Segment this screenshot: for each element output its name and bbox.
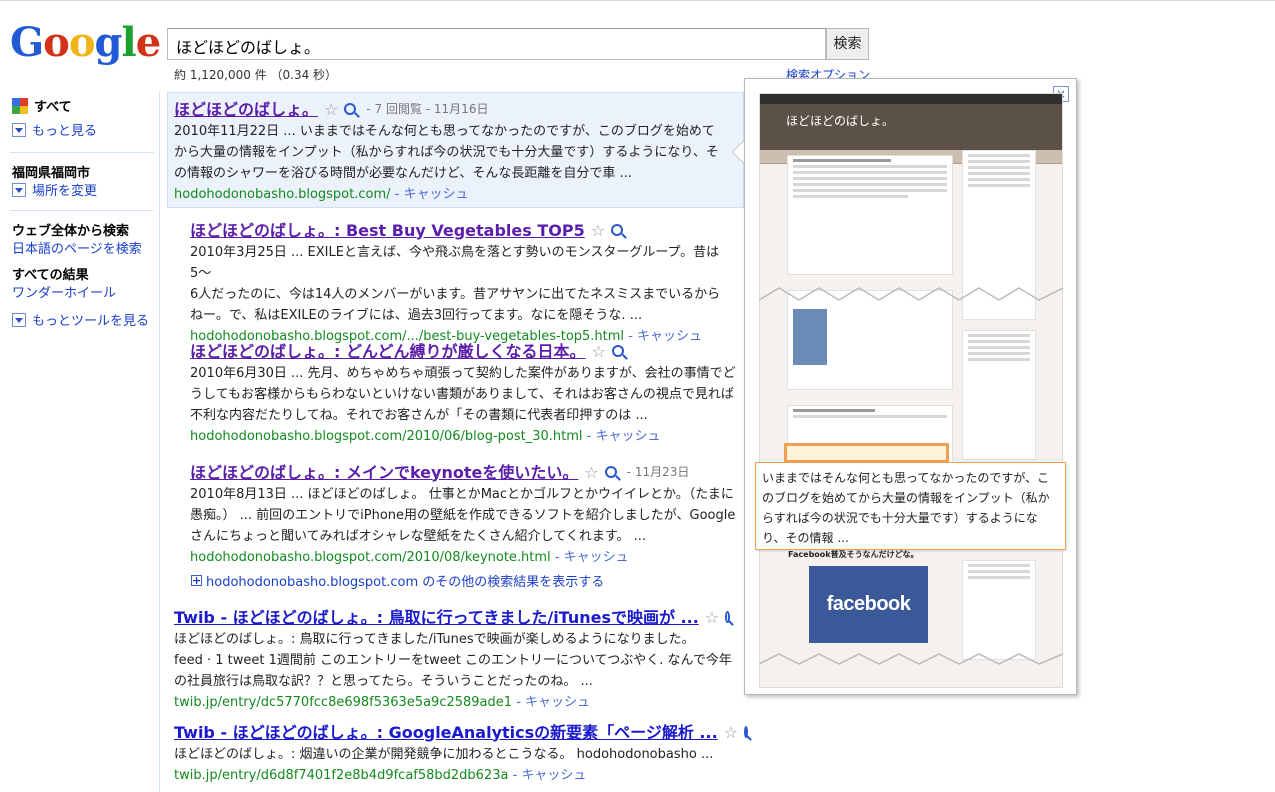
thumb-post bbox=[787, 155, 953, 275]
nav-more-label: もっと見る bbox=[32, 124, 98, 139]
cache-link[interactable]: - キャッシュ bbox=[395, 187, 469, 202]
magnifier-icon[interactable] bbox=[344, 103, 357, 115]
thumb-blog-title: ほどほどのばしょ。 bbox=[760, 104, 1062, 150]
result-title-link[interactable]: ほどほどのばしょ。 bbox=[174, 99, 318, 120]
result-snippet-line: 不利な内容だたりしてね。それでお客さんが「その書類に代表者印押すのは ... bbox=[190, 408, 648, 423]
cache-link[interactable]: - キャッシュ bbox=[555, 550, 629, 565]
magnifier-icon[interactable] bbox=[611, 345, 624, 357]
result-url: hodohodonobasho.blogspot.com/2010/06/blo… bbox=[190, 429, 583, 444]
preview-pointer bbox=[732, 140, 744, 164]
result-snippet-line: feed · 1 tweet 1週間前 このエントリーをtweet このエントリ… bbox=[174, 653, 732, 668]
search-result: Twib - ほどほどのばしょ。: GoogleAnalyticsの新要素「ペー… bbox=[174, 720, 748, 786]
divider bbox=[10, 210, 154, 211]
magnifier-icon[interactable] bbox=[725, 611, 730, 623]
result-title-link[interactable]: ほどほどのばしょ。: どんどん縛りが厳しくなる日本。 bbox=[190, 341, 586, 362]
thumb-facebook-heading: Facebook普及そうなんだけどな。 bbox=[788, 550, 919, 559]
star-icon[interactable]: ☆ bbox=[705, 607, 719, 628]
thumb-highlight bbox=[784, 443, 949, 463]
magnifier-icon[interactable] bbox=[611, 224, 624, 236]
nav-all-results[interactable]: すべての結果 bbox=[12, 264, 89, 283]
result-url: twib.jp/entry/d6d8f7401f2e8b4d9fcaf58bd2… bbox=[174, 768, 509, 783]
thumb-sidebar bbox=[962, 330, 1036, 460]
facebook-logo: facebook bbox=[809, 566, 928, 643]
search-result: Twib - ほどほどのばしょ。: 鳥取に行ってきました/iTunesで映画が … bbox=[174, 605, 734, 713]
nav-location: 福岡県福岡市 bbox=[12, 166, 91, 181]
magnifier-icon[interactable] bbox=[604, 466, 617, 478]
nav-all-label: すべて bbox=[34, 100, 72, 115]
nav-web-heading[interactable]: ウェブ全体から検索 bbox=[12, 220, 129, 239]
result-snippet-line: の社員旅行は鳥取な訳？？と思ってたら。そういうことだったのね。 ... bbox=[174, 674, 593, 689]
magnifier-icon[interactable] bbox=[744, 726, 748, 738]
more-results-link[interactable]: + hodohodonobasho.blogspot.com のその他の検索結果… bbox=[191, 571, 604, 590]
result-snippet-line: 2010年11月22日 ... いままではそんな何とも思ってなかったのですが、こ… bbox=[174, 124, 715, 139]
result-title-link[interactable]: Twib - ほどほどのばしょ。: GoogleAnalyticsの新要素「ペー… bbox=[174, 722, 718, 743]
nav-all[interactable]: すべて bbox=[12, 96, 72, 115]
result-snippet-line: 2010年8月13日 ... ほどほどのばしょ。 仕事とかMacとかゴルフとかウ… bbox=[190, 487, 734, 502]
result-snippet-line: 2010年6月30日 ... 先月、めちゃめちゃ頑張って契約した案件がありますが… bbox=[190, 366, 736, 381]
page-break-zigzag bbox=[759, 287, 1063, 301]
google-logo[interactable]: Google bbox=[10, 20, 161, 66]
cache-link[interactable]: - キャッシュ bbox=[513, 768, 587, 783]
cache-link[interactable]: - キャッシュ bbox=[587, 429, 661, 444]
result-url: hodohodonobasho.blogspot.com/2010/08/key… bbox=[190, 550, 551, 565]
thumb-sidebar bbox=[962, 560, 1036, 660]
top-border bbox=[0, 0, 1275, 1]
plus-icon: + bbox=[191, 574, 202, 587]
search-result: ほどほどのばしょ。 ☆ - 7 回閲覧 - 11月16日 2010年11月22日… bbox=[174, 97, 744, 205]
search-input[interactable]: ほどほどのばしょ。 bbox=[167, 28, 826, 60]
nav-japanese-pages[interactable]: 日本語のページを検索 bbox=[12, 238, 142, 257]
result-title-link[interactable]: Twib - ほどほどのばしょ。: 鳥取に行ってきました/iTunesで映画が … bbox=[174, 607, 699, 628]
divider bbox=[10, 152, 154, 153]
result-snippet-line: ほどほどのばしょ。: 烟違いの企業が開発競争に加わるとこうなる。 hodohod… bbox=[174, 747, 714, 762]
page-break-zigzag bbox=[759, 653, 1063, 665]
result-snippet-line: 愚痴。） ... 前回のエントリでiPhone用の壁紙を作成できるソフトを紹介し… bbox=[190, 508, 736, 523]
star-icon[interactable]: ☆ bbox=[592, 341, 606, 362]
thumb-topbar bbox=[760, 94, 1062, 104]
result-url: twib.jp/entry/dc5770fcc8e698f5363e5a9c25… bbox=[174, 695, 513, 710]
result-snippet-line: さんにちょっと聞いてみればオシャレな壁紙をたくさん紹介してくれます。 ... bbox=[190, 529, 647, 544]
result-meta: - 11月23日 bbox=[626, 464, 690, 479]
more-tools-link[interactable]: もっとツールを見る bbox=[12, 310, 149, 329]
result-stats: 約 1,120,000 件 （0.34 秒） bbox=[174, 68, 338, 82]
star-icon[interactable]: ☆ bbox=[724, 722, 738, 743]
google-grid-icon bbox=[12, 97, 28, 114]
nav-wonder-wheel[interactable]: ワンダーホイール bbox=[12, 282, 116, 301]
change-location-label: 場所を変更 bbox=[32, 184, 98, 199]
result-title-link[interactable]: ほどほどのばしょ。: Best Buy Vegetables TOP5 bbox=[190, 220, 585, 241]
result-snippet-line: 6人だったのに、今は14人のメンバーがいます。昔アサヤンに出てたネスミスまでいる… bbox=[190, 287, 721, 302]
result-snippet-line: うしてもお客様からもらわないといけない書類がありまして、それはお客さんの視点で見… bbox=[190, 387, 734, 402]
search-result: ほどほどのばしょ。: メインでkeynoteを使いたい。 ☆ - 11月23日 … bbox=[190, 460, 740, 568]
dropdown-icon bbox=[12, 182, 26, 197]
star-icon[interactable]: ☆ bbox=[591, 220, 605, 241]
star-icon[interactable]: ☆ bbox=[584, 462, 598, 483]
result-url: hodohodonobasho.blogspot.com/ bbox=[174, 187, 391, 202]
result-snippet-line: ほどほどのばしょ。: 鳥取に行ってきました/iTunesで映画が楽しめるようにな… bbox=[174, 632, 695, 647]
cache-link[interactable]: - キャッシュ bbox=[516, 695, 590, 710]
result-snippet-line: の情報のシャワーを浴びる時間が必要なんだけど、そんな長距離を自分で車 ... bbox=[174, 166, 632, 181]
search-result: ほどほどのばしょ。: Best Buy Vegetables TOP5 ☆ 20… bbox=[190, 218, 740, 347]
dropdown-icon bbox=[12, 122, 26, 137]
dropdown-icon bbox=[12, 312, 26, 327]
search-result: ほどほどのばしょ。: どんどん縛りが厳しくなる日本。 ☆ 2010年6月30日 … bbox=[190, 339, 740, 447]
result-title-link[interactable]: ほどほどのばしょ。: メインでkeynoteを使いたい。 bbox=[190, 462, 578, 483]
result-snippet-line: 2010年3月25日 ... EXILEと言えば、今や飛ぶ鳥を落とす勢いのモンス… bbox=[190, 245, 720, 281]
left-sidebar: すべて もっと見る 福岡県福岡市 場所を変更 ウェブ全体から検索 日本語のページ… bbox=[0, 92, 160, 792]
more-results-label: hodohodonobasho.blogspot.com のその他の検索結果を表… bbox=[206, 575, 605, 590]
search-button[interactable]: 検索 bbox=[826, 28, 869, 60]
nav-more[interactable]: もっと見る bbox=[12, 120, 97, 139]
result-snippet-line: から大量の情報をインプット（私からすれば今の状況でも十分大量です）するようになり… bbox=[174, 145, 719, 160]
result-meta: - 7 回閲覧 - 11月16日 bbox=[366, 101, 489, 116]
more-tools-label: もっとツールを見る bbox=[32, 314, 150, 329]
star-icon[interactable]: ☆ bbox=[324, 99, 338, 120]
change-location-link[interactable]: 場所を変更 bbox=[12, 180, 97, 199]
preview-text-callout: いままではそんな何とも思ってなかったのですが、このブログを始めてから大量の情報を… bbox=[755, 462, 1066, 550]
result-snippet-line: ねー。で、私はEXILEのライブには、過去3回行ってます。なにを隠そうな. ..… bbox=[190, 308, 643, 323]
